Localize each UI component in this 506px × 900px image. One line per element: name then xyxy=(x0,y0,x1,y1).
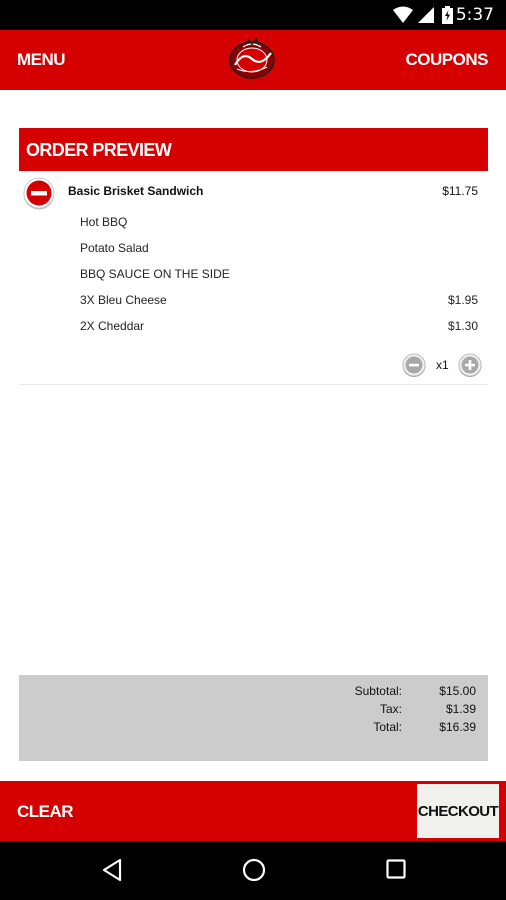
remove-item-icon[interactable] xyxy=(22,176,56,210)
wifi-icon xyxy=(393,6,413,23)
tax-value: $1.39 xyxy=(445,702,476,716)
increase-quantity-icon[interactable] xyxy=(458,353,482,377)
total-value: $16.39 xyxy=(439,720,476,734)
modifier-label: 3X Bleu Cheese xyxy=(80,293,167,307)
modifier-price: $1.30 xyxy=(447,319,478,333)
total-label: Total: xyxy=(373,720,402,734)
totals-panel: Subtotal: $15.00 Tax: $1.39 Total: $16.3… xyxy=(19,675,488,761)
clock-time: 5:37 xyxy=(455,5,494,25)
checkout-button[interactable]: CHECKOUT xyxy=(417,784,499,838)
item-name: Basic Brisket Sandwich xyxy=(68,184,204,198)
subtotal-value: $15.00 xyxy=(439,684,476,698)
navigation-bar xyxy=(0,841,506,900)
battery-icon xyxy=(442,6,453,24)
subtotal-label: Subtotal: xyxy=(354,684,402,698)
coupons-button[interactable]: COUPONS xyxy=(406,50,489,70)
modifier-label: Potato Salad xyxy=(80,241,149,255)
modifier-label: Hot BBQ xyxy=(80,215,128,229)
signal-icon xyxy=(418,7,434,23)
decrease-quantity-icon[interactable] xyxy=(402,353,426,377)
recent-apps-icon[interactable] xyxy=(386,858,406,880)
item-price: $11.75 xyxy=(442,184,478,198)
bottom-action-bar: CLEAR CHECKOUT xyxy=(0,781,506,841)
item-divider xyxy=(19,384,488,385)
quantity-label: x1 xyxy=(436,358,449,372)
modifier-label: BBQ SAUCE ON THE SIDE xyxy=(80,267,230,281)
menu-button[interactable]: MENU xyxy=(17,50,66,70)
back-icon[interactable] xyxy=(101,858,123,882)
order-preview-title: ORDER PREVIEW xyxy=(26,140,172,160)
modifier-label: 2X Cheddar xyxy=(80,319,145,333)
home-icon[interactable] xyxy=(242,858,266,882)
windy-city-logo xyxy=(229,37,275,79)
status-bar: 5:37 xyxy=(0,0,506,30)
order-preview-header: ORDER PREVIEW xyxy=(19,128,488,171)
clear-button[interactable]: CLEAR xyxy=(17,802,74,822)
modifier-price: $1.95 xyxy=(447,293,478,307)
tax-label: Tax: xyxy=(379,702,402,716)
app-bar: MENU COUPONS xyxy=(0,30,506,90)
